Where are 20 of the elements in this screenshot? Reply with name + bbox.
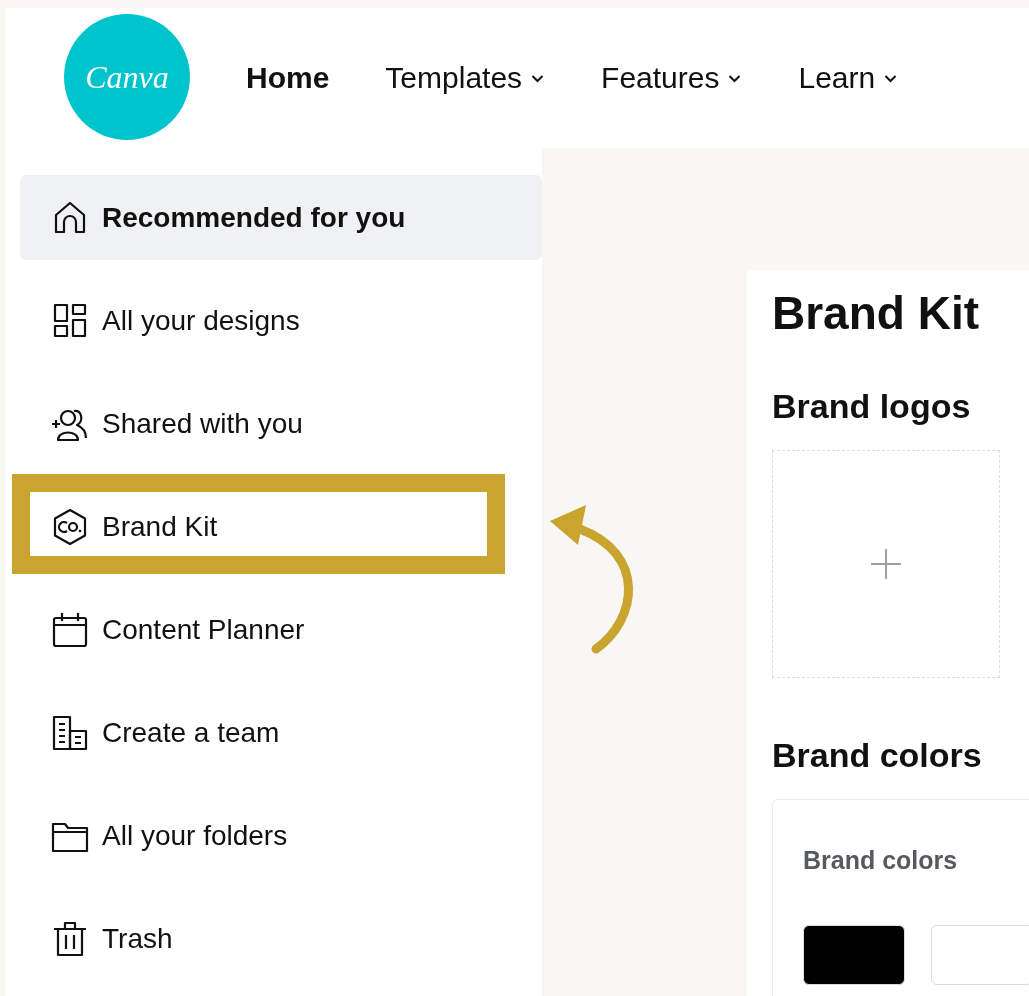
logo-upload-box[interactable] xyxy=(772,449,1000,678)
nav-link[interactable]: Features xyxy=(601,61,743,95)
sidebar-item[interactable]: Content Planner xyxy=(20,587,542,672)
color-swatch[interactable] xyxy=(931,924,1029,985)
sidebar-item[interactable]: Create a team xyxy=(20,690,542,775)
plus-icon xyxy=(870,547,902,580)
sidebar-item[interactable]: Trash xyxy=(20,896,542,981)
nav-link[interactable]: Learn xyxy=(798,61,899,95)
color-swatch[interactable] xyxy=(803,924,905,985)
sidebar-item[interactable]: Shared with you xyxy=(20,381,542,466)
section-heading: Brand colors xyxy=(772,735,983,775)
sidebar-item[interactable]: Brand Kit xyxy=(20,484,542,569)
sidebar-item[interactable]: All your folders xyxy=(20,793,542,878)
sidebar-item[interactable]: Recommended for you xyxy=(20,175,542,260)
nav-link[interactable]: Home xyxy=(246,61,330,95)
nav-link[interactable]: Templates xyxy=(385,61,546,95)
page-title: Brand Kit xyxy=(772,288,980,339)
section-heading: Brand logos xyxy=(772,386,972,426)
card-title: Brand colors xyxy=(803,845,959,875)
sidebar-item[interactable]: All your designs xyxy=(20,278,542,363)
